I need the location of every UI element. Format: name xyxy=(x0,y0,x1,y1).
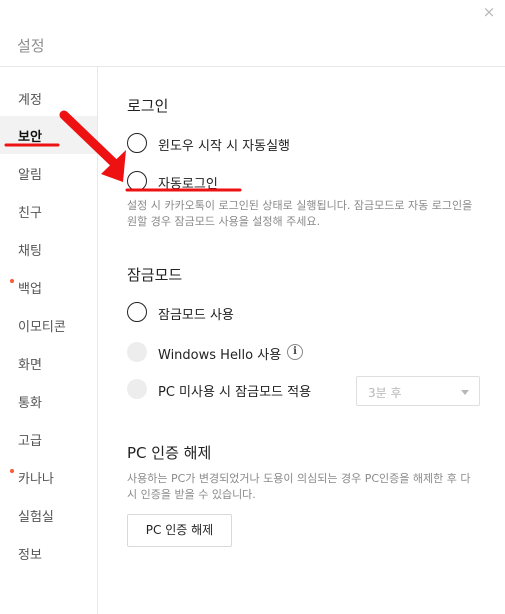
settings-content: 로그인 윈도우 시작 시 자동실행 자동로그인 설정 시 카카오톡이 로그인된 … xyxy=(98,67,505,614)
autologin-radio[interactable] xyxy=(127,171,147,191)
sidebar-item-label: 통화 xyxy=(18,396,42,411)
windows-hello-radio xyxy=(127,342,147,362)
lockmode-radio[interactable] xyxy=(127,302,147,322)
sidebar-item-label: 카나나 xyxy=(18,472,54,487)
sidebar-item-advanced[interactable]: 고급 xyxy=(0,420,97,458)
idle-lock-option: PC 미사용 시 잠금모드 적용 xyxy=(127,379,347,403)
new-badge-dot xyxy=(10,469,14,473)
close-button[interactable]: × xyxy=(481,4,497,20)
idle-lock-option-label: PC 미사용 시 잠금모드 적용 xyxy=(158,385,312,400)
pc-auth-reset-button[interactable]: PC 인증 해제 xyxy=(127,514,232,547)
info-icon[interactable]: i xyxy=(287,344,303,360)
lockmode-section-title: 잠금모드 xyxy=(127,266,183,284)
autologin-option[interactable]: 자동로그인 xyxy=(127,171,287,195)
sidebar-item-label: 보안 xyxy=(18,130,42,145)
sidebar-item-display[interactable]: 화면 xyxy=(0,344,97,382)
idle-time-value: 3분 후 xyxy=(368,386,402,400)
sidebar-item-friends[interactable]: 친구 xyxy=(0,192,97,230)
login-section-title: 로그인 xyxy=(127,97,169,115)
settings-window: × 설정 계정 보안 알림 친구 채팅 백업 이모티콘 화면 통화 고급 카나나… xyxy=(0,0,505,614)
sidebar-item-label: 채팅 xyxy=(18,244,42,259)
sidebar-item-label: 알림 xyxy=(18,168,42,183)
pc-auth-description: 사용하는 PC가 변경되었거나 도용이 의심되는 경우 PC인증을 해제한 후 … xyxy=(127,472,471,501)
sidebar-item-account[interactable]: 계정 xyxy=(0,79,97,117)
sidebar-item-label: 이모티콘 xyxy=(18,320,66,335)
lockmode-option-label: 잠금모드 사용 xyxy=(158,308,234,323)
sidebar-item-notifications[interactable]: 알림 xyxy=(0,154,97,192)
window-title: 설정 xyxy=(17,37,45,55)
lockmode-option[interactable]: 잠금모드 사용 xyxy=(127,302,287,326)
sidebar-item-label: 화면 xyxy=(18,358,42,373)
pc-auth-section-title: PC 인증 해제 xyxy=(127,444,212,462)
sidebar-item-chat[interactable]: 채팅 xyxy=(0,230,97,268)
sidebar-item-kanana[interactable]: 카나나 xyxy=(0,458,97,496)
login-description: 설정 시 카카오톡이 로그인된 상태로 실행됩니다. 잠금모드로 자동 로그인을… xyxy=(127,199,473,228)
sidebar-item-security[interactable]: 보안 xyxy=(0,116,97,154)
startup-option-label: 윈도우 시작 시 자동실행 xyxy=(158,139,290,154)
autologin-option-label: 자동로그인 xyxy=(158,177,218,192)
sidebar-item-emoticons[interactable]: 이모티콘 xyxy=(0,306,97,344)
new-badge-dot xyxy=(10,279,14,283)
windows-hello-option-label: Windows Hello 사용 xyxy=(158,348,282,363)
sidebar-item-backup[interactable]: 백업 xyxy=(0,268,97,306)
startup-option[interactable]: 윈도우 시작 시 자동실행 xyxy=(127,133,367,157)
sidebar-item-info[interactable]: 정보 xyxy=(0,534,97,572)
sidebar-item-label: 고급 xyxy=(18,434,42,449)
sidebar-item-labs[interactable]: 실험실 xyxy=(0,496,97,534)
idle-time-select: 3분 후 xyxy=(356,376,480,406)
startup-radio[interactable] xyxy=(127,133,147,153)
sidebar-item-calls[interactable]: 통화 xyxy=(0,382,97,420)
sidebar-item-label: 실험실 xyxy=(18,510,54,525)
idle-lock-radio xyxy=(127,379,147,399)
sidebar: 계정 보안 알림 친구 채팅 백업 이모티콘 화면 통화 고급 카나나 실험실 … xyxy=(0,67,98,614)
sidebar-item-label: 친구 xyxy=(18,206,42,221)
sidebar-item-label: 백업 xyxy=(18,282,42,297)
sidebar-item-label: 계정 xyxy=(18,93,42,108)
chevron-down-icon xyxy=(461,390,469,395)
sidebar-item-label: 정보 xyxy=(18,548,42,563)
